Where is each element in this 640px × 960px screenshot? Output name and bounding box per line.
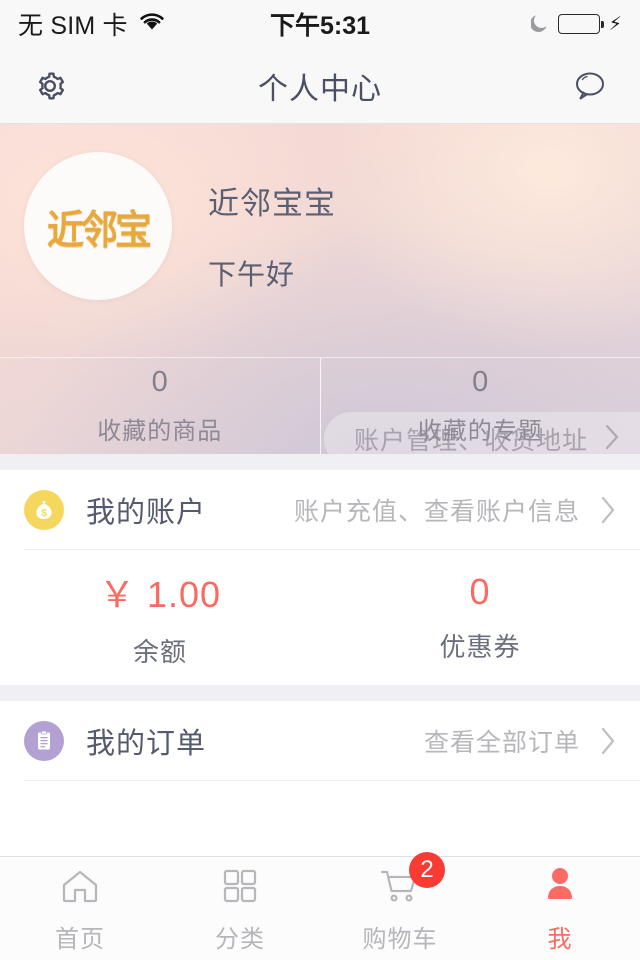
balance-label: 余额 [132, 637, 187, 667]
tab-bar: 首页 分类 2 购物车 我 [0, 851, 640, 960]
balance-column[interactable]: ￥ 1.00 余额 [0, 550, 320, 685]
status-bar-left: 无 SIM 卡 [18, 6, 167, 42]
tab-label: 我 [547, 925, 573, 953]
coupon-value: 0 [469, 571, 491, 612]
my-account-title: 我的账户 [86, 497, 207, 529]
nav-bar: 个人中心 [0, 48, 640, 124]
battery-icon [557, 14, 604, 34]
shopping-cart-icon: 2 [377, 851, 445, 908]
tab-categories[interactable]: 分类 [160, 857, 320, 960]
coupon-label: 优惠券 [439, 632, 521, 662]
my-account-subtitle: 账户充值、查看账户信息 [293, 498, 580, 526]
tab-home[interactable]: 首页 [0, 857, 160, 960]
money-bag-icon: $ [24, 490, 64, 530]
profile-text: 近邻宝宝 下午好 [172, 152, 336, 293]
status-bar-right: ⚡ [530, 13, 622, 35]
stat-label: 收藏的商品 [97, 418, 223, 445]
section-gap [0, 685, 640, 701]
tab-profile[interactable]: 我 [480, 857, 640, 960]
coupon-column[interactable]: 0 优惠券 [320, 550, 640, 685]
page-title: 个人中心 [258, 72, 382, 106]
username: 近邻宝宝 [208, 186, 336, 221]
tab-label: 分类 [215, 925, 265, 953]
profile-header: 近邻宝 近邻宝宝 下午好 账户管理、收货地址 0 收藏的商品 0 收藏的专题 [0, 124, 640, 454]
balance-value: ￥ 1.00 [98, 574, 222, 615]
balance-strip: ￥ 1.00 余额 0 优惠券 [0, 550, 640, 685]
profile-top: 近邻宝 近邻宝宝 下午好 [0, 124, 640, 359]
stat-favorite-products[interactable]: 0 收藏的商品 [0, 358, 320, 454]
wifi-icon [137, 10, 167, 39]
greeting: 下午好 [208, 259, 296, 290]
stat-label: 收藏的专题 [417, 418, 543, 445]
app-screen: 无 SIM 卡 下午5:31 ⚡ 个人中心 近邻宝 近邻宝宝 下午好 账户管理、… [0, 0, 640, 960]
svg-text:$: $ [41, 508, 47, 519]
section-gap [0, 454, 640, 470]
moon-icon [530, 14, 551, 34]
home-icon [59, 864, 101, 908]
tab-label: 首页 [55, 925, 105, 953]
clipboard-icon [24, 721, 64, 761]
person-icon [540, 864, 580, 908]
charging-bolt-icon: ⚡ [608, 13, 622, 35]
cart-badge: 2 [409, 851, 445, 888]
gear-icon[interactable] [28, 64, 72, 108]
tab-label: 购物车 [362, 925, 438, 953]
chevron-right-icon [598, 493, 618, 527]
chevron-right-icon [598, 724, 618, 758]
my-orders-row[interactable]: 我的订单 查看全部订单 [0, 701, 640, 781]
stat-value: 0 [151, 366, 168, 398]
my-orders-subtitle: 查看全部订单 [423, 729, 580, 757]
chat-bubble-icon[interactable] [568, 64, 612, 108]
my-account-row[interactable]: $ 我的账户 账户充值、查看账户信息 [0, 470, 640, 550]
favorites-stats: 0 收藏的商品 0 收藏的专题 [0, 357, 640, 454]
tab-cart[interactable]: 2 购物车 [320, 851, 480, 960]
avatar[interactable]: 近邻宝 [24, 152, 172, 300]
status-bar: 无 SIM 卡 下午5:31 ⚡ [0, 0, 640, 48]
orders-card: 我的订单 查看全部订单 [0, 701, 640, 781]
content-filler [0, 781, 640, 856]
account-card: $ 我的账户 账户充值、查看账户信息 ￥ 1.00 余额 0 优惠券 [0, 470, 640, 685]
stat-value: 0 [472, 366, 489, 398]
avatar-logo-text: 近邻宝 [47, 207, 152, 252]
grid-icon [220, 864, 260, 908]
my-orders-title: 我的订单 [86, 728, 207, 760]
stat-favorite-topics[interactable]: 0 收藏的专题 [319, 358, 640, 454]
carrier-label: 无 SIM 卡 [18, 12, 128, 40]
